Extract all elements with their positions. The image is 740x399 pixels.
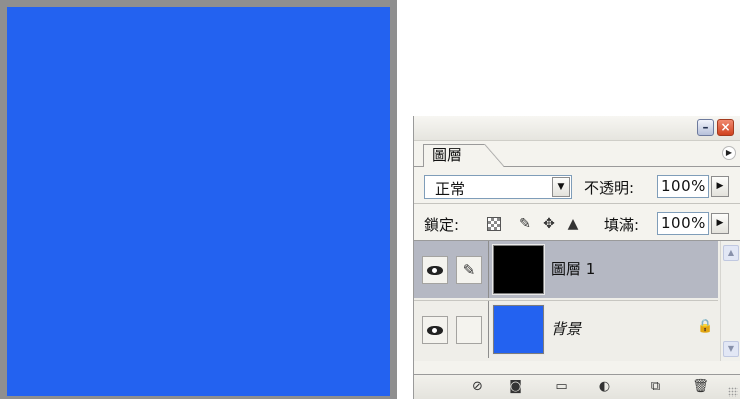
- eye-icon: [427, 266, 443, 275]
- layers-scrollbar[interactable]: ▲ ▼: [720, 241, 740, 361]
- lock-pixels-brush-icon[interactable]: ✎: [518, 217, 532, 231]
- eye-icon: [427, 326, 443, 335]
- fill-arrow-icon[interactable]: ▶: [711, 213, 729, 234]
- layer-row-background[interactable]: 背景 🔒: [414, 300, 718, 358]
- column-divider: [488, 241, 489, 298]
- tab-layers[interactable]: 圖層: [423, 144, 485, 167]
- fill-field[interactable]: 100%: [657, 212, 709, 235]
- new-group-icon[interactable]: ▭: [553, 379, 570, 395]
- document-window: [0, 0, 397, 399]
- scroll-down-icon[interactable]: ▼: [723, 341, 739, 357]
- resize-grip[interactable]: [728, 387, 738, 397]
- lock-all-icon[interactable]: ▲: [566, 217, 580, 231]
- layer-name[interactable]: 圖層 1: [551, 258, 595, 279]
- fill-label: 填滿:: [604, 216, 640, 234]
- lock-position-move-icon[interactable]: ✥: [542, 217, 556, 231]
- lock-row: 鎖定: ✎ ✥ ▲ 填滿: 100% ▶: [414, 204, 740, 241]
- new-layer-icon[interactable]: ⧉: [647, 379, 664, 395]
- blend-mode-value: 正常: [435, 180, 466, 198]
- lock-icon: 🔒: [697, 319, 714, 334]
- blend-mode-select[interactable]: 正常 ▼: [424, 175, 572, 199]
- close-button[interactable]: ×: [717, 119, 734, 136]
- tab-edge: [484, 144, 504, 167]
- link-cell[interactable]: [456, 316, 482, 344]
- layer-name[interactable]: 背景: [551, 318, 581, 339]
- panel-titlebar[interactable]: – ×: [414, 116, 740, 141]
- adjustment-layer-icon[interactable]: ◐: [596, 379, 613, 395]
- panel-bottom-toolbar: ⊘ ◙ ▭ ◐ ⧉ 🗑: [414, 374, 740, 399]
- opacity-arrow-icon[interactable]: ▶: [711, 176, 729, 197]
- brush-icon[interactable]: ✎: [456, 256, 482, 284]
- opacity-field[interactable]: 100%: [657, 175, 709, 198]
- column-divider: [488, 301, 489, 358]
- layers-panel: – × 圖層 ▶ 正常 ▼ 不透明: 100% ▶ 鎖定: ✎ ✥ ▲ 填滿: …: [413, 116, 740, 399]
- layers-list: ✎ 圖層 1 背景 🔒 ▲ ▼: [414, 241, 740, 361]
- panel-menu-icon[interactable]: ▶: [722, 146, 736, 160]
- trash-icon[interactable]: 🗑: [692, 379, 709, 395]
- tab-layers-label: 圖層: [432, 146, 463, 164]
- visibility-toggle[interactable]: [422, 316, 448, 344]
- layer-thumbnail[interactable]: [492, 304, 545, 355]
- blend-row: 正常 ▼ 不透明: 100% ▶: [414, 167, 740, 204]
- lock-transparency-icon[interactable]: [487, 217, 501, 231]
- panel-tab-row: 圖層 ▶: [414, 140, 740, 167]
- lock-label: 鎖定:: [424, 216, 460, 234]
- layer-style-icon[interactable]: ⊘: [469, 379, 486, 395]
- layer-thumbnail[interactable]: [492, 244, 545, 295]
- minimize-button[interactable]: –: [697, 119, 714, 136]
- visibility-toggle[interactable]: [422, 256, 448, 284]
- chevron-down-icon[interactable]: ▼: [552, 177, 570, 197]
- canvas-area[interactable]: [7, 7, 390, 396]
- layer-mask-icon[interactable]: ◙: [507, 379, 524, 395]
- scroll-up-icon[interactable]: ▲: [723, 245, 739, 261]
- opacity-label: 不透明:: [584, 179, 635, 197]
- layer-row-layer-1[interactable]: ✎ 圖層 1: [414, 241, 718, 298]
